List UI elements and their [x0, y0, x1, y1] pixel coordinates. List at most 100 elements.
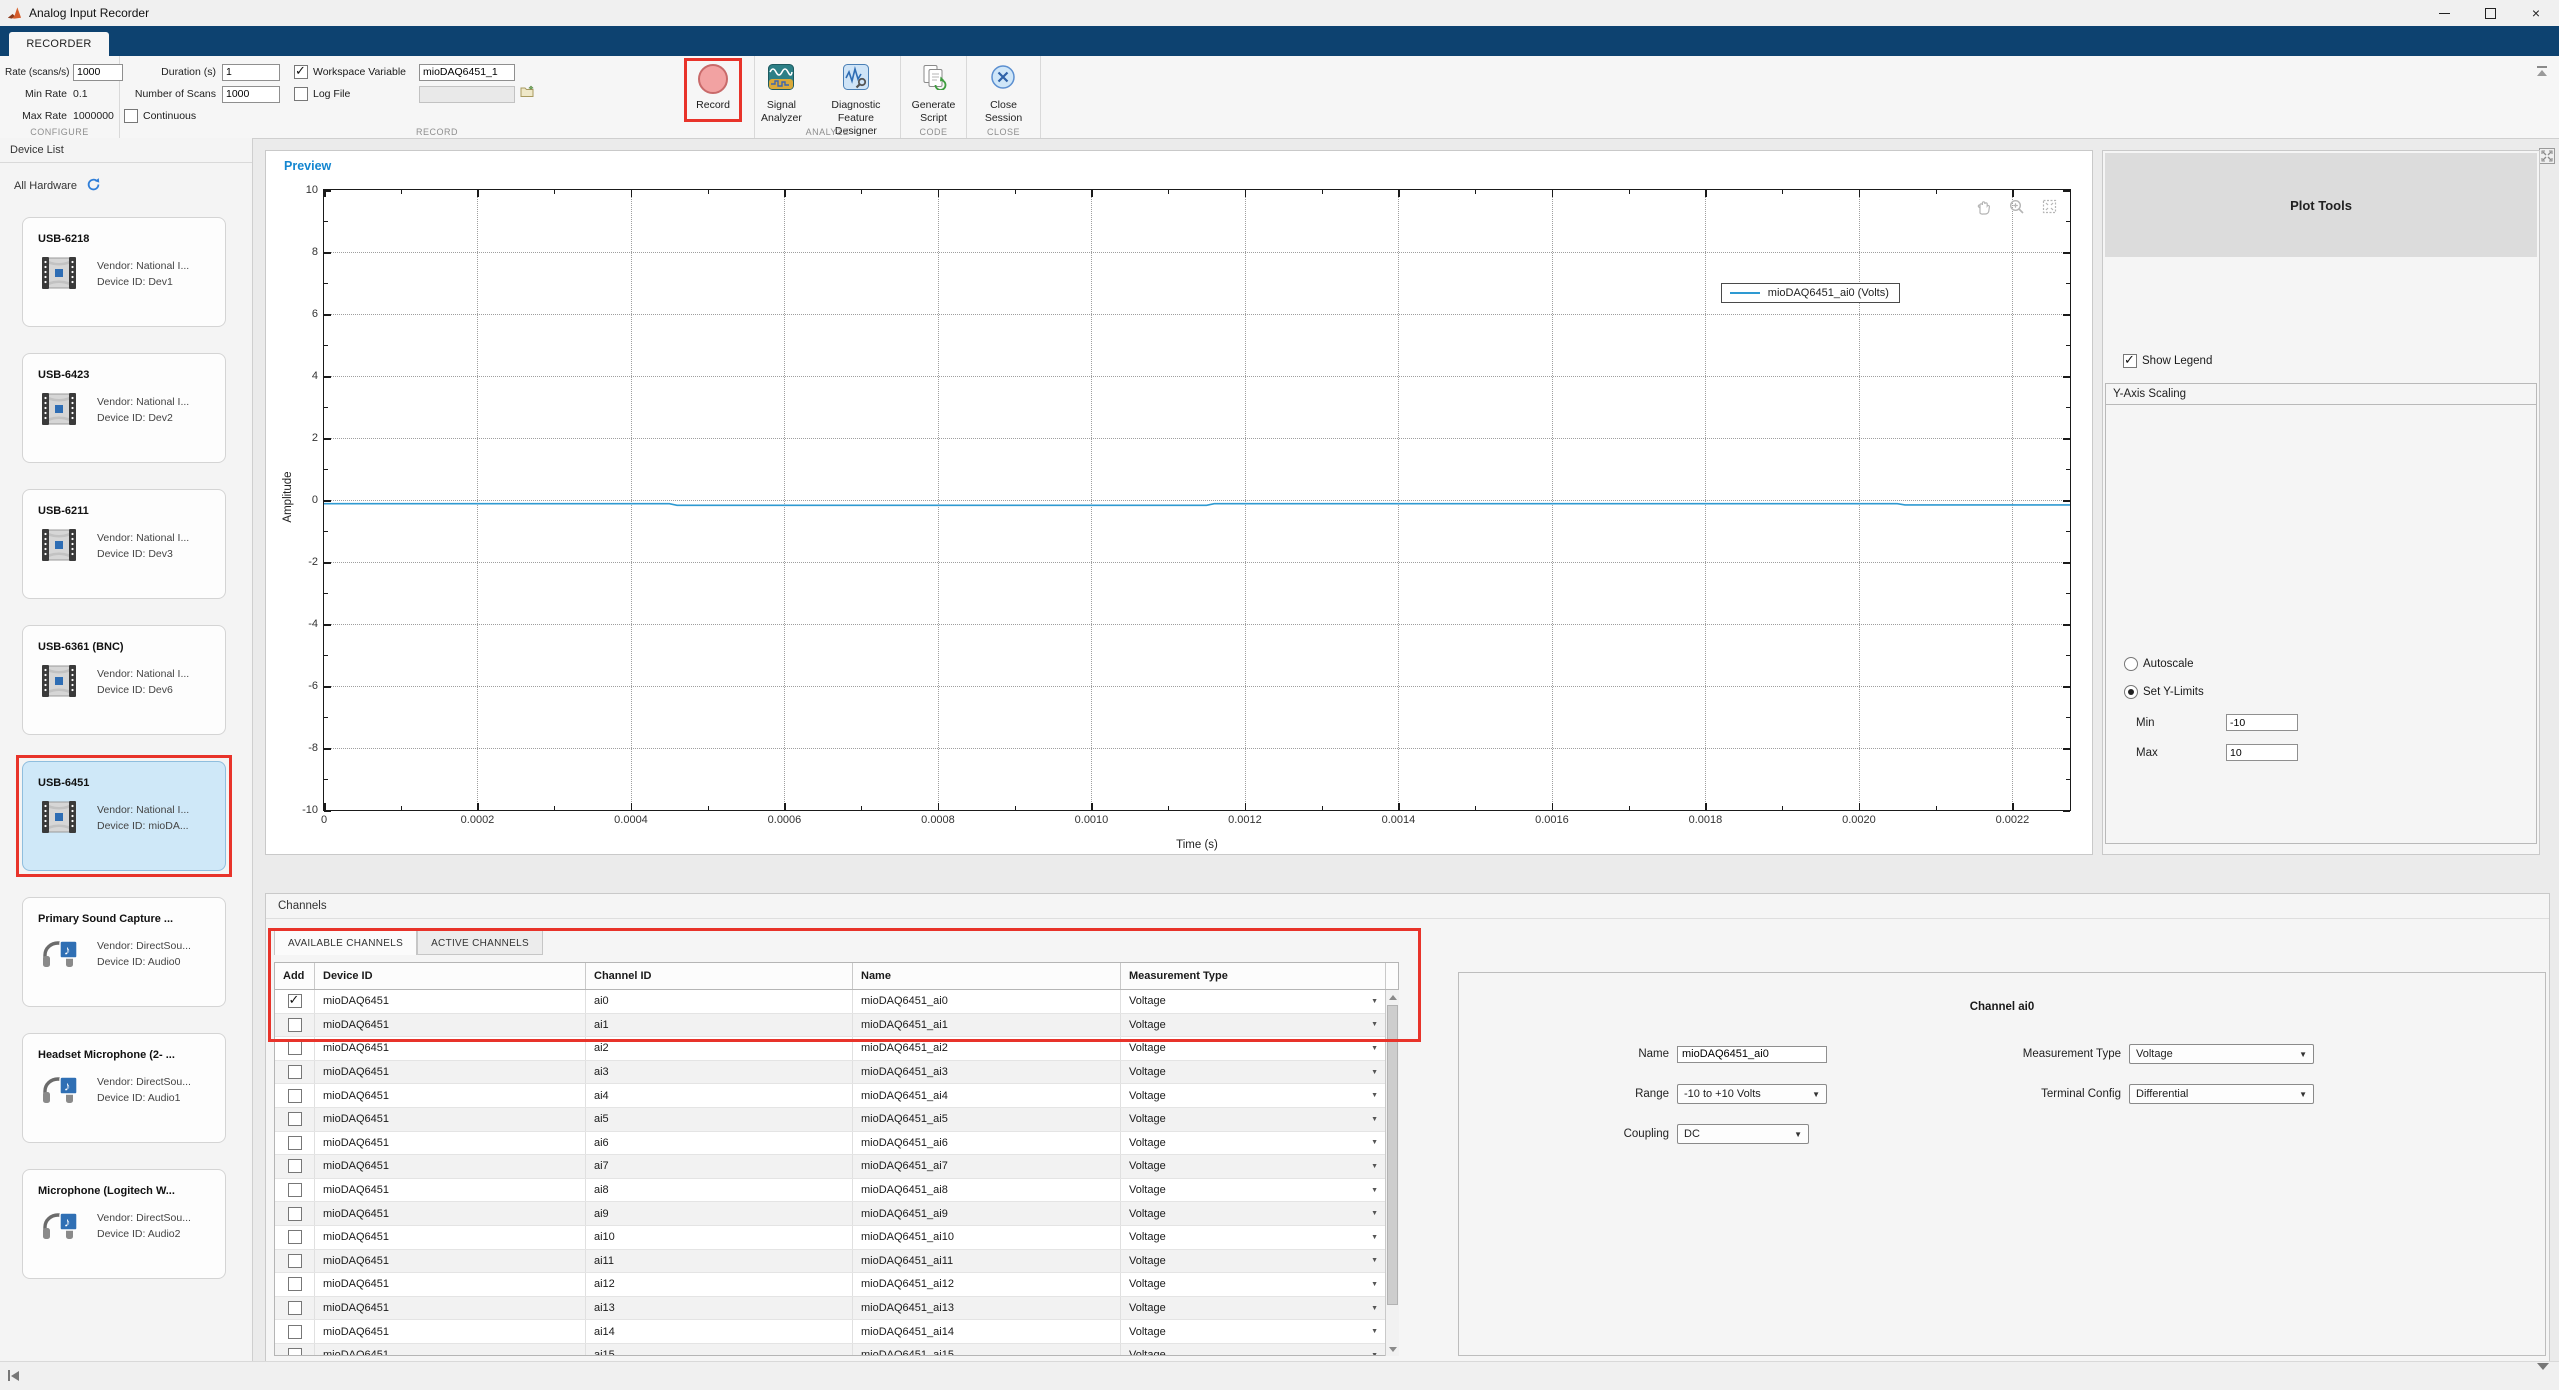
row-checkbox[interactable]	[288, 1325, 302, 1339]
refresh-icon[interactable]	[86, 177, 101, 195]
restore-button[interactable]	[2467, 0, 2513, 26]
table-row[interactable]: mioDAQ6451ai9mioDAQ6451_ai9Voltage▼	[275, 1202, 1398, 1226]
collapse-left-panel-icon[interactable]	[8, 1370, 19, 1381]
signal-analyzer-button[interactable]: Signal Analyzer	[755, 62, 808, 124]
device-card-headset-microphone-2-[interactable]: Headset Microphone (2- ... ♪ Vendor: Dir…	[22, 1033, 226, 1143]
scroll-up-icon[interactable]	[1386, 990, 1399, 1004]
plot-area[interactable]: mioDAQ6451_ai0 (Volts) 00.00020.00040.00…	[323, 189, 2071, 811]
row-checkbox[interactable]	[288, 1277, 302, 1291]
table-row[interactable]: mioDAQ6451ai8mioDAQ6451_ai8Voltage▼	[275, 1179, 1398, 1203]
measurement-type-cell[interactable]: Voltage▼	[1121, 990, 1386, 1013]
record-button[interactable]: Record	[688, 62, 738, 124]
log-file-checkbox[interactable]	[294, 87, 308, 101]
ymax-input[interactable]	[2226, 744, 2298, 761]
device-card-usb-6451[interactable]: USB-6451 Vendor: National I...Device ID:…	[22, 761, 226, 871]
measurement-type-cell[interactable]: Voltage▼	[1121, 1084, 1386, 1107]
table-row[interactable]: mioDAQ6451ai14mioDAQ6451_ai14Voltage▼	[275, 1320, 1398, 1344]
row-checkbox[interactable]	[288, 1207, 302, 1221]
table-row[interactable]: mioDAQ6451ai15mioDAQ6451_ai15Voltage▼	[275, 1344, 1398, 1356]
measurement-type-cell[interactable]: Voltage▼	[1121, 1108, 1386, 1131]
close-session-button[interactable]: Close Session	[979, 62, 1028, 124]
table-row[interactable]: mioDAQ6451ai7mioDAQ6451_ai7Voltage▼	[275, 1155, 1398, 1179]
autoscale-radio[interactable]	[2124, 657, 2138, 671]
workspace-variable-checkbox[interactable]	[294, 65, 308, 79]
table-row[interactable]: mioDAQ6451ai1mioDAQ6451_ai1Voltage▼	[275, 1014, 1398, 1038]
measurement-type-cell[interactable]: Voltage▼	[1121, 1273, 1386, 1296]
device-card-usb-6218[interactable]: USB-6218 Vendor: National I...Device ID:…	[22, 217, 226, 327]
continuous-checkbox[interactable]	[124, 109, 138, 123]
measurement-type-cell[interactable]: Voltage▼	[1121, 1179, 1386, 1202]
channel-name-input[interactable]	[1677, 1046, 1827, 1063]
table-scrollbar[interactable]	[1385, 990, 1399, 1356]
row-checkbox[interactable]	[288, 1230, 302, 1244]
channel-coupling-select[interactable]: DC ▼	[1677, 1124, 1809, 1144]
plot-legend[interactable]: mioDAQ6451_ai0 (Volts)	[1721, 283, 1900, 303]
row-checkbox[interactable]	[288, 1183, 302, 1197]
table-row[interactable]: mioDAQ6451ai4mioDAQ6451_ai4Voltage▼	[275, 1084, 1398, 1108]
device-card-usb-6211[interactable]: USB-6211 Vendor: National I...Device ID:…	[22, 489, 226, 599]
measurement-type-cell[interactable]: Voltage▼	[1121, 1250, 1386, 1273]
row-checkbox[interactable]	[288, 1136, 302, 1150]
row-checkbox[interactable]	[288, 1348, 302, 1356]
device-card-microphone-logitech-w-[interactable]: Microphone (Logitech W... ♪ Vendor: Dire…	[22, 1169, 226, 1279]
table-row[interactable]: mioDAQ6451ai10mioDAQ6451_ai10Voltage▼	[275, 1226, 1398, 1250]
rate-input[interactable]	[73, 64, 123, 81]
fit-view-icon[interactable]	[2041, 198, 2058, 220]
zoom-in-icon[interactable]	[2008, 198, 2025, 220]
minimize-button[interactable]	[2421, 0, 2467, 26]
table-row[interactable]: mioDAQ6451ai11mioDAQ6451_ai11Voltage▼	[275, 1250, 1398, 1274]
browse-folder-icon[interactable]	[520, 85, 535, 103]
measurement-type-cell[interactable]: Voltage▼	[1121, 1132, 1386, 1155]
table-row[interactable]: mioDAQ6451ai6mioDAQ6451_ai6Voltage▼	[275, 1132, 1398, 1156]
number-of-scans-input[interactable]	[222, 86, 280, 103]
table-row[interactable]: mioDAQ6451ai5mioDAQ6451_ai5Voltage▼	[275, 1108, 1398, 1132]
generate-script-button[interactable]: Generate Script	[906, 62, 962, 124]
close-button[interactable]: ×	[2513, 0, 2559, 26]
row-checkbox[interactable]	[288, 1112, 302, 1126]
device-card-usb-6361-bnc-[interactable]: USB-6361 (BNC) Vendor: National I...Devi…	[22, 625, 226, 735]
pan-icon[interactable]	[1975, 198, 1992, 220]
duration-input[interactable]	[222, 64, 280, 81]
measurement-type-cell[interactable]: Voltage▼	[1121, 1226, 1386, 1249]
tab-available-channels[interactable]: AVAILABLE CHANNELS	[274, 930, 417, 955]
table-row[interactable]: mioDAQ6451ai12mioDAQ6451_ai12Voltage▼	[275, 1273, 1398, 1297]
device-card-usb-6423[interactable]: USB-6423 Vendor: National I...Device ID:…	[22, 353, 226, 463]
collapse-toolstrip-button[interactable]	[2534, 66, 2550, 78]
measurement-type-cell[interactable]: Voltage▼	[1121, 1297, 1386, 1320]
measurement-type-cell[interactable]: Voltage▼	[1121, 1344, 1386, 1356]
tab-active-channels[interactable]: ACTIVE CHANNELS	[417, 930, 543, 955]
show-legend-checkbox[interactable]	[2123, 354, 2137, 368]
set-ylimits-radio[interactable]	[2124, 685, 2138, 699]
row-checkbox[interactable]	[288, 1041, 302, 1055]
measurement-type-cell[interactable]: Voltage▼	[1121, 1202, 1386, 1225]
generate-script-icon	[921, 64, 947, 95]
measurement-type-cell[interactable]: Voltage▼	[1121, 1037, 1386, 1060]
device-card-primary-sound-capture-[interactable]: Primary Sound Capture ... ♪ Vendor: Dire…	[22, 897, 226, 1007]
tab-recorder[interactable]: RECORDER	[9, 32, 109, 56]
scroll-down-icon[interactable]	[1386, 1342, 1399, 1356]
row-checkbox[interactable]	[288, 1089, 302, 1103]
panel-expand-icon[interactable]	[2539, 148, 2555, 164]
measurement-type-cell[interactable]: Voltage▼	[1121, 1061, 1386, 1084]
table-row[interactable]: mioDAQ6451ai0mioDAQ6451_ai0Voltage▼	[275, 990, 1398, 1014]
ymin-input[interactable]	[2226, 714, 2298, 731]
terminal-config-select[interactable]: Differential ▼	[2129, 1084, 2314, 1104]
row-checkbox[interactable]	[288, 994, 302, 1008]
workspace-variable-input[interactable]	[419, 64, 515, 81]
measurement-type-cell[interactable]: Voltage▼	[1121, 1155, 1386, 1178]
measurement-type-cell[interactable]: Voltage▼	[1121, 1014, 1386, 1037]
row-checkbox[interactable]	[288, 1065, 302, 1079]
row-checkbox[interactable]	[288, 1254, 302, 1268]
diagnostic-feature-designer-button[interactable]: Diagnostic Feature Designer	[812, 62, 900, 124]
collapse-bottom-panel-icon[interactable]	[2537, 1370, 2549, 1388]
row-checkbox[interactable]	[288, 1301, 302, 1315]
measurement-type-select[interactable]: Voltage ▼	[2129, 1044, 2314, 1064]
table-row[interactable]: mioDAQ6451ai3mioDAQ6451_ai3Voltage▼	[275, 1061, 1398, 1085]
measurement-type-cell[interactable]: Voltage▼	[1121, 1320, 1386, 1343]
row-checkbox[interactable]	[288, 1159, 302, 1173]
channel-range-select[interactable]: -10 to +10 Volts ▼	[1677, 1084, 1827, 1104]
scrollbar-thumb[interactable]	[1387, 1005, 1398, 1305]
table-row[interactable]: mioDAQ6451ai2mioDAQ6451_ai2Voltage▼	[275, 1037, 1398, 1061]
table-row[interactable]: mioDAQ6451ai13mioDAQ6451_ai13Voltage▼	[275, 1297, 1398, 1321]
row-checkbox[interactable]	[288, 1018, 302, 1032]
